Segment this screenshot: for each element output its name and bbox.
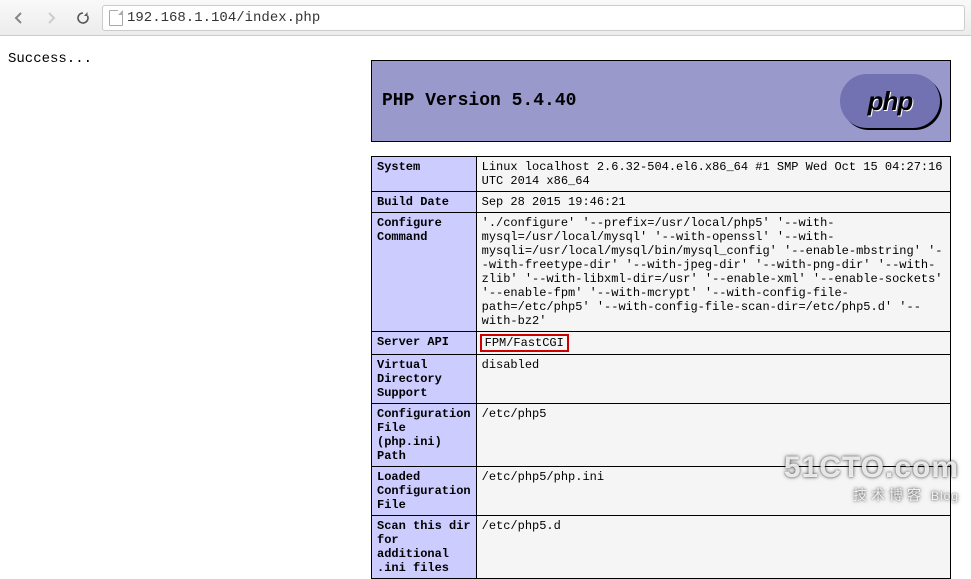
phpinfo-key: Configuration File (php.ini) Path [372,404,477,467]
phpinfo-table: SystemLinux localhost 2.6.32-504.el6.x86… [371,156,951,579]
address-bar[interactable] [102,5,965,31]
phpinfo-key: Build Date [372,192,477,213]
arrow-left-icon [12,11,26,25]
table-row: Server APIFPM/FastCGI [372,332,951,355]
phpinfo-value: './configure' '--prefix=/usr/local/php5'… [476,213,950,332]
reload-icon [75,10,91,26]
phpinfo-key: System [372,157,477,192]
forward-button[interactable] [38,5,64,31]
phpinfo-panel: PHP Version 5.4.40 php SystemLinux local… [371,60,951,579]
phpinfo-value: /etc/php5/php.ini [476,467,950,516]
phpinfo-value: disabled [476,355,950,404]
highlighted-value: FPM/FastCGI [480,334,569,352]
phpinfo-value: /etc/php5.d [476,516,950,579]
table-row: SystemLinux localhost 2.6.32-504.el6.x86… [372,157,951,192]
php-logo-text: php [868,86,913,117]
url-input[interactable] [127,10,958,26]
back-button[interactable] [6,5,32,31]
php-version-title: PHP Version 5.4.40 [382,91,576,111]
table-row: Build DateSep 28 2015 19:46:21 [372,192,951,213]
phpinfo-key: Server API [372,332,477,355]
phpinfo-key: Loaded Configuration File [372,467,477,516]
phpinfo-value: /etc/php5 [476,404,950,467]
table-row: Virtual Directory Supportdisabled [372,355,951,404]
table-row: Scan this dir for additional .ini files/… [372,516,951,579]
success-message: Success... [8,51,92,67]
reload-button[interactable] [70,5,96,31]
phpinfo-header: PHP Version 5.4.40 php [371,60,951,142]
arrow-right-icon [44,11,58,25]
phpinfo-value: FPM/FastCGI [476,332,950,355]
table-row: Configuration File (php.ini) Path/etc/ph… [372,404,951,467]
page-icon [109,10,123,26]
table-row: Configure Command'./configure' '--prefix… [372,213,951,332]
phpinfo-key: Virtual Directory Support [372,355,477,404]
browser-toolbar [0,0,971,36]
phpinfo-value: Linux localhost 2.6.32-504.el6.x86_64 #1… [476,157,950,192]
php-logo: php [840,74,940,128]
phpinfo-key: Configure Command [372,213,477,332]
table-row: Loaded Configuration File/etc/php5/php.i… [372,467,951,516]
phpinfo-key: Scan this dir for additional .ini files [372,516,477,579]
phpinfo-value: Sep 28 2015 19:46:21 [476,192,950,213]
